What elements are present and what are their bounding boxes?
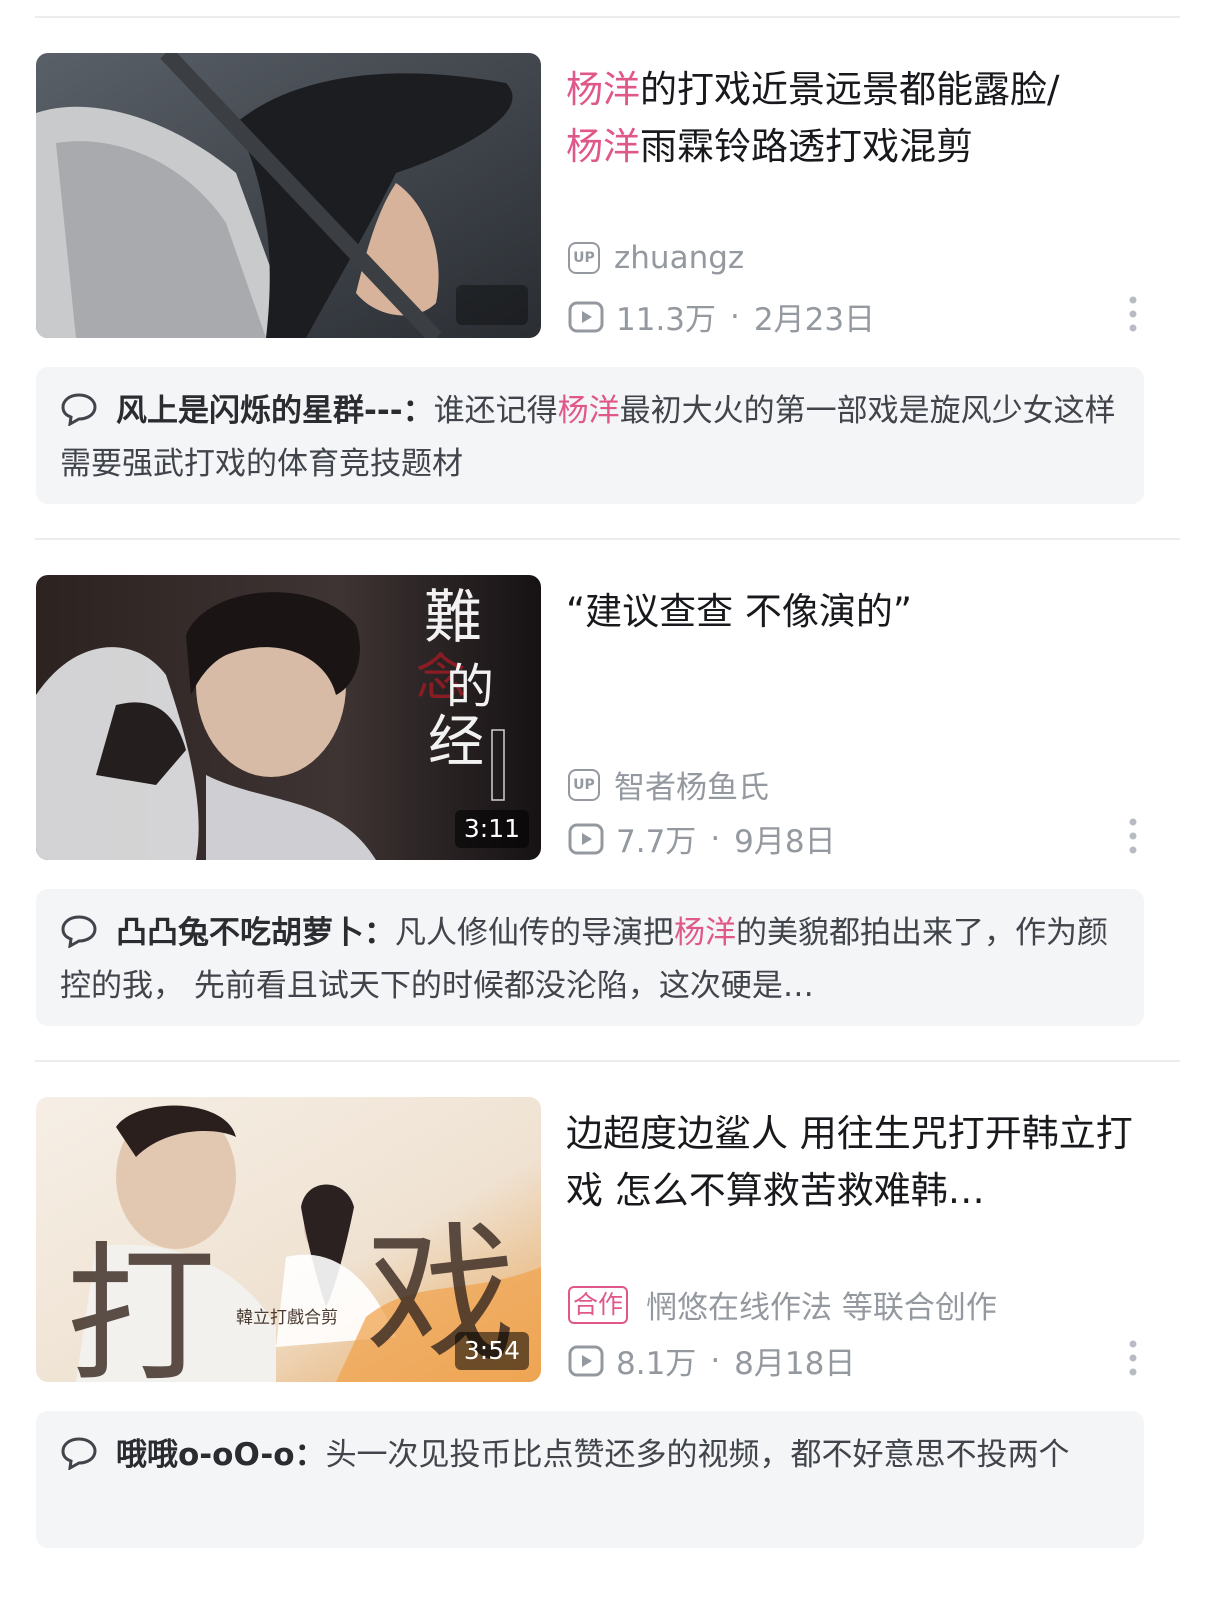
video-thumbnail[interactable] xyxy=(36,53,541,338)
author-name[interactable]: 智者杨鱼氏 xyxy=(614,762,769,807)
play-count-icon xyxy=(568,301,604,332)
stats-row: 7.7万 · 9月8日 xyxy=(568,816,836,861)
featured-comment[interactable]: 风上是闪烁的星群---：谁还记得杨洋最初大火的第一部戏是旋风少女这样需要强武打戏… xyxy=(36,367,1144,504)
comment-user[interactable]: 哦哦o-oO-o： xyxy=(116,1437,326,1473)
author-row[interactable]: 合作 惘悠在线作法 等联合创作 xyxy=(568,1282,997,1327)
title-part: “建议查查 不像演的” xyxy=(566,590,913,633)
comment-bubble-icon xyxy=(61,915,97,948)
comment-bubble-icon xyxy=(61,1437,97,1470)
video-title[interactable]: 杨洋的打戏近景远景都能露脸/杨洋雨霖铃路透打戏混剪 xyxy=(566,61,1136,175)
thumbnail-image xyxy=(36,53,541,338)
author-name[interactable]: 惘悠在线作法 等联合创作 xyxy=(646,1282,997,1327)
up-badge-icon: UP xyxy=(568,768,600,801)
comment-text: 杨洋 xyxy=(557,393,620,429)
video-thumbnail[interactable]: 打 戏 韓立打戲合剪 3:54 xyxy=(36,1097,541,1382)
video-card[interactable]: 難 念 的 经 3:11 “建议查查 不像演的” UP 智者杨鱼氏 7.7万 ·… xyxy=(0,538,1206,1060)
video-duration: 3:11 xyxy=(454,810,529,848)
play-count-icon xyxy=(568,823,604,854)
more-options-icon[interactable] xyxy=(1121,816,1145,856)
video-card[interactable]: 打 戏 韓立打戲合剪 3:54 边超度边鲨人 用往生咒打开韩立打戏 怎么不算救苦… xyxy=(0,1060,1206,1582)
view-count: 11.3万 xyxy=(616,302,717,338)
meta-separator: · xyxy=(730,298,740,335)
title-part: 雨霖铃路透打戏混剪 xyxy=(640,125,973,168)
thumb-title-char: 難 xyxy=(424,583,482,651)
stats-row: 11.3万 · 2月23日 xyxy=(568,294,875,339)
more-options-icon[interactable] xyxy=(1121,1338,1145,1378)
comment-user[interactable]: 凸凸兔不吃胡萝卜： xyxy=(116,915,395,951)
video-thumbnail[interactable]: 難 念 的 经 3:11 xyxy=(36,575,541,860)
meta-separator: · xyxy=(710,820,721,857)
more-options-icon[interactable] xyxy=(1121,294,1145,334)
publish-date: 2月23日 xyxy=(753,302,876,338)
title-part: 杨洋 xyxy=(566,68,640,111)
comment-text: 凡人修仙传的导演把 xyxy=(395,915,674,951)
thumb-title-char: 打 xyxy=(66,1229,216,1382)
video-title[interactable]: 边超度边鲨人 用往生咒打开韩立打戏 怎么不算救苦救难韩… xyxy=(566,1105,1136,1219)
view-count: 8.1万 xyxy=(616,1346,697,1382)
collab-badge: 合作 xyxy=(568,1285,629,1324)
play-count-icon xyxy=(568,1345,604,1376)
title-part: 杨洋 xyxy=(566,125,640,168)
comment-text: 头一次见投币比点赞还多的视频，都不好意思不投两个 xyxy=(325,1437,1070,1473)
stats-row: 8.1万 · 8月18日 xyxy=(568,1338,855,1383)
comment-text: 谁还记得 xyxy=(433,393,558,429)
author-name[interactable]: zhuangz xyxy=(614,240,744,276)
meta-separator: · xyxy=(710,1342,721,1379)
comment-bubble-icon xyxy=(61,393,97,426)
comment-text: 杨洋 xyxy=(674,915,736,951)
thumb-title-char: 经 xyxy=(428,710,484,775)
publish-date: 8月18日 xyxy=(734,1346,856,1382)
thumb-title-char: 的 xyxy=(446,659,494,715)
comment-user[interactable]: 风上是闪烁的星群---： xyxy=(116,393,434,429)
up-badge-icon: UP xyxy=(568,242,600,274)
title-part: 的打戏近景远景都能露脸/ xyxy=(640,68,1060,111)
thumb-subtitle: 韓立打戲合剪 xyxy=(236,1308,338,1328)
publish-date: 9月8日 xyxy=(734,824,836,860)
featured-comment[interactable]: 凸凸兔不吃胡萝卜：凡人修仙传的导演把杨洋的美貌都拍出来了，作为颜控的我， 先前看… xyxy=(36,889,1144,1026)
video-title[interactable]: “建议查查 不像演的” xyxy=(566,583,1136,640)
author-row[interactable]: UP zhuangz xyxy=(568,240,744,276)
featured-comment[interactable]: 哦哦o-oO-o：头一次见投币比点赞还多的视频，都不好意思不投两个 xyxy=(36,1411,1144,1548)
title-part: 边超度边鲨人 用往生咒打开韩立打戏 怎么不算救苦救难韩… xyxy=(566,1112,1133,1212)
view-count: 7.7万 xyxy=(616,824,697,860)
author-row[interactable]: UP 智者杨鱼氏 xyxy=(568,762,769,807)
video-card[interactable]: 杨洋的打戏近景远景都能露脸/杨洋雨霖铃路透打戏混剪 UP zhuangz 11.… xyxy=(0,16,1206,538)
video-duration: 3:54 xyxy=(454,1332,529,1370)
